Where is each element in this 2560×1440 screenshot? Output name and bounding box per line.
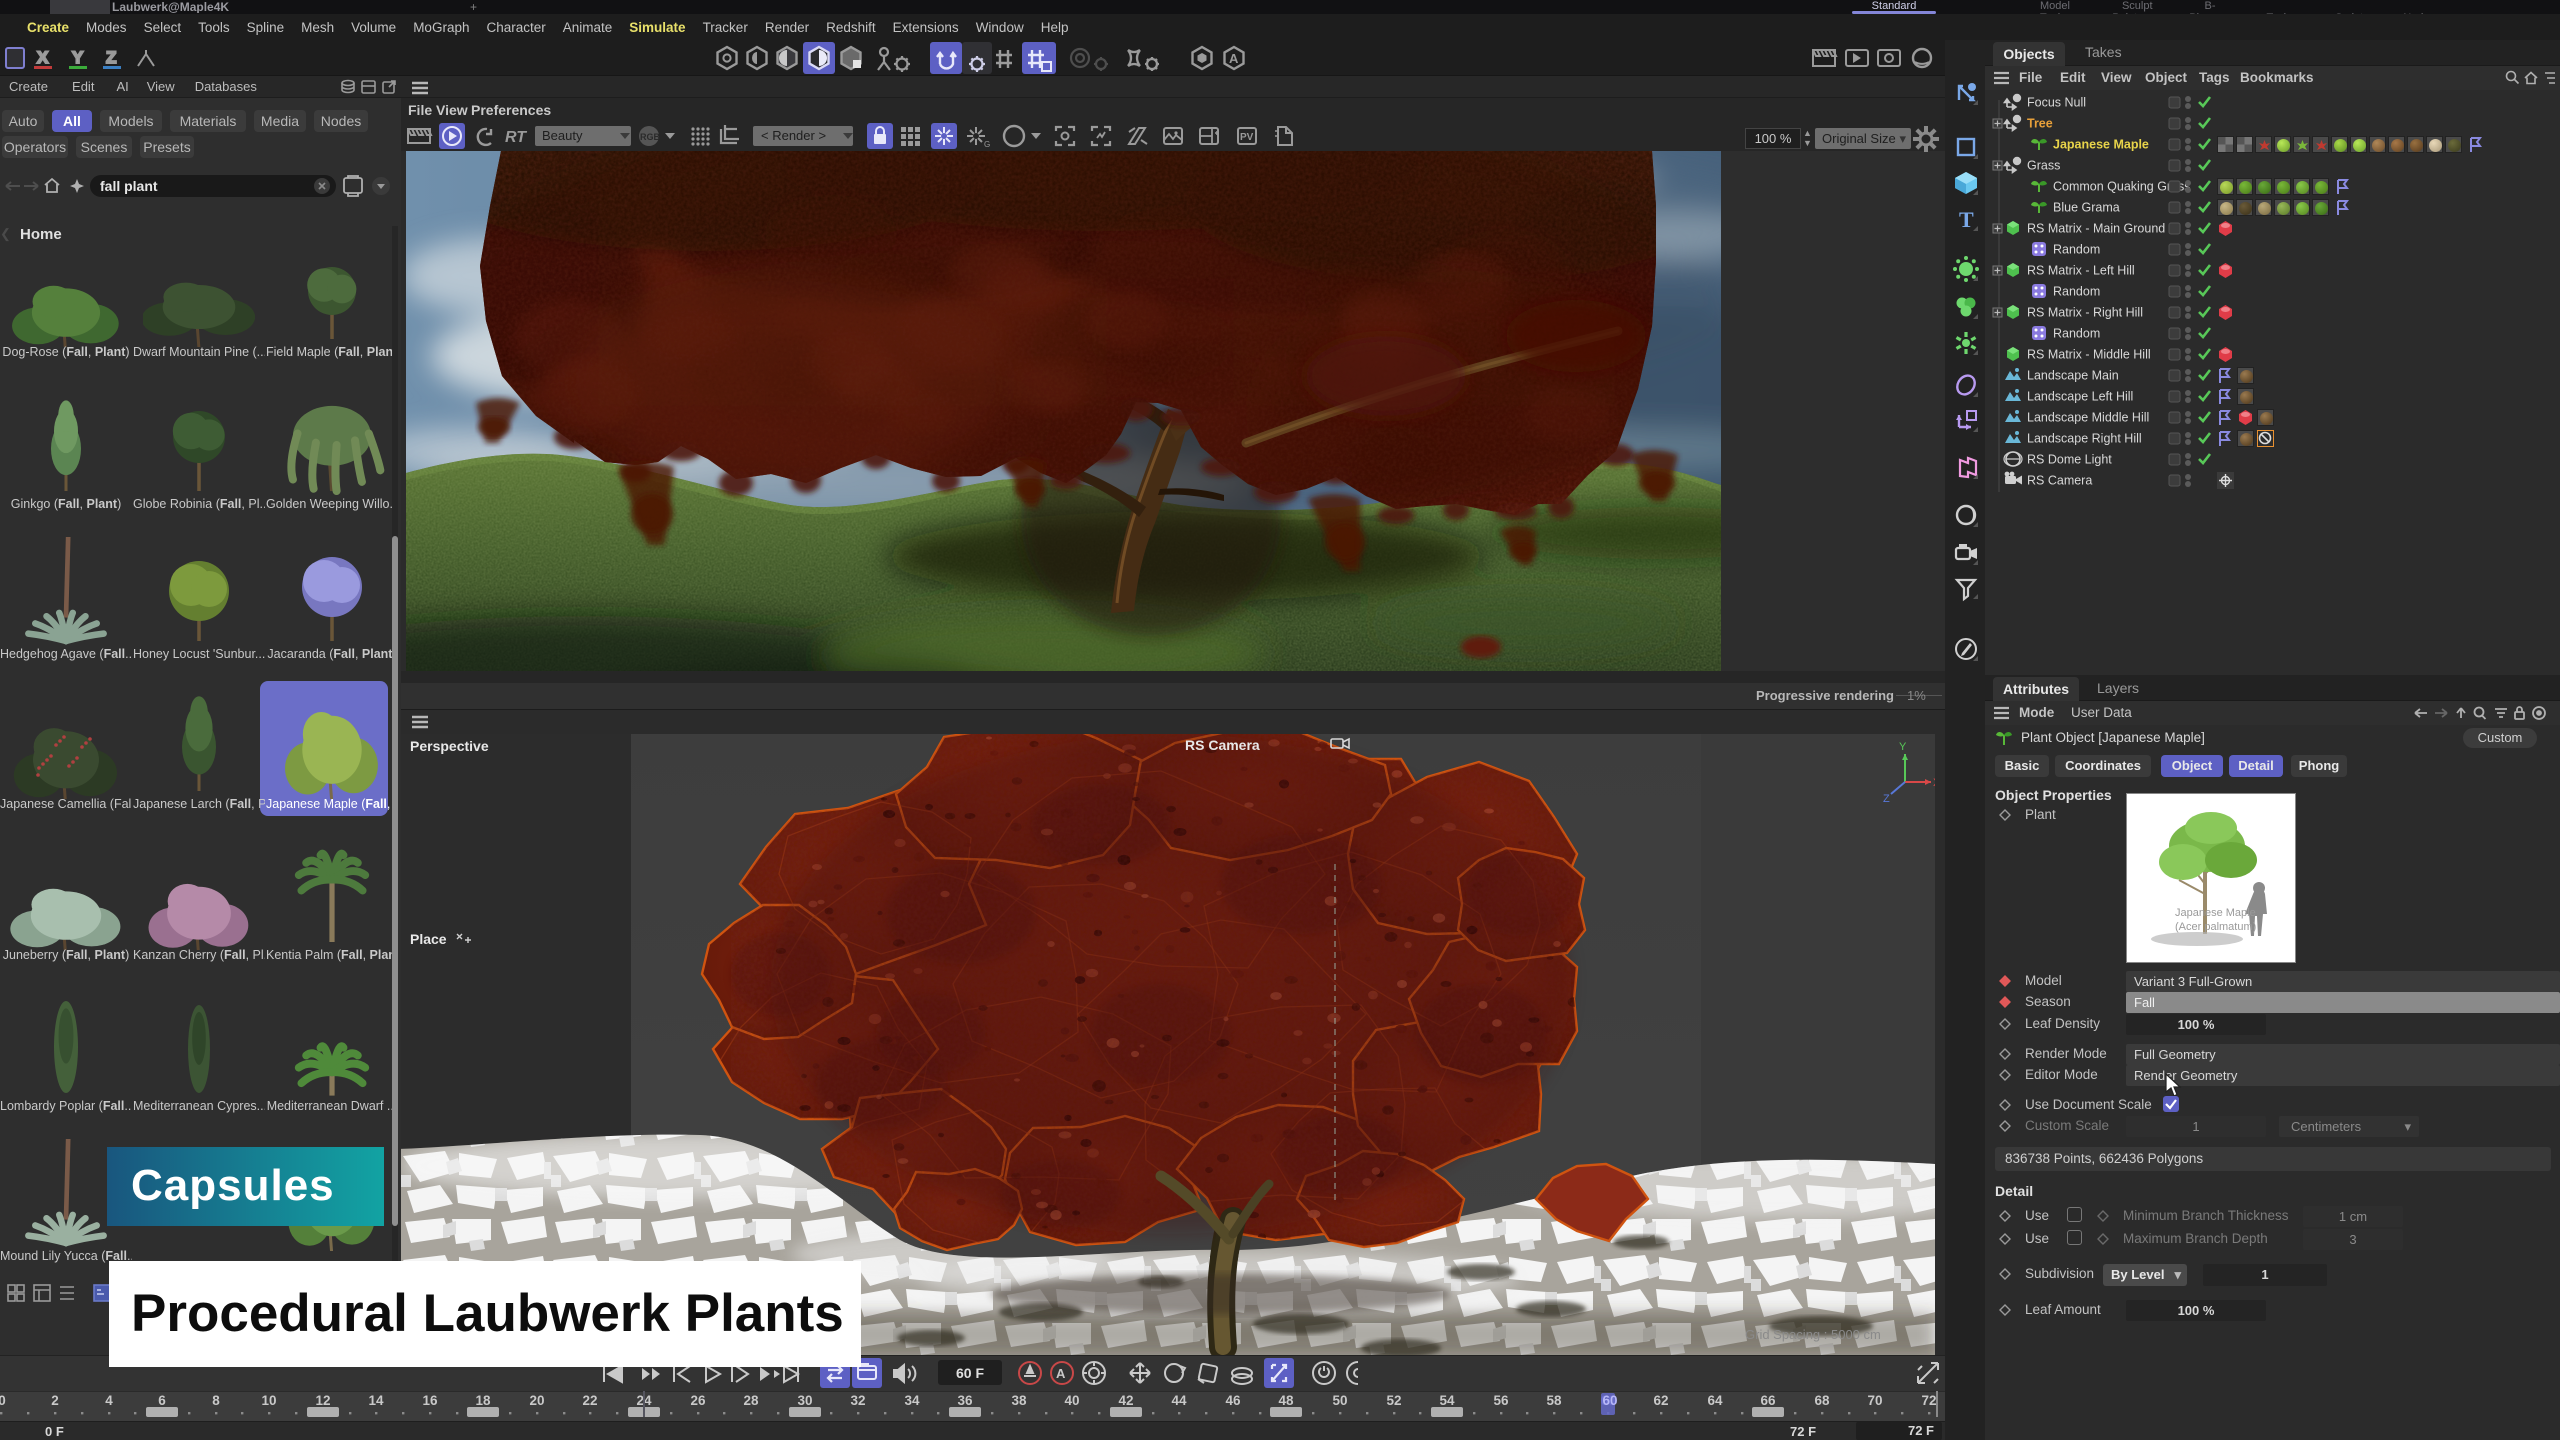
svg-text:4: 4 xyxy=(105,1393,113,1408)
svg-text:Grass: Grass xyxy=(2027,159,2060,173)
svg-text:30: 30 xyxy=(797,1393,812,1408)
svg-text:50: 50 xyxy=(1332,1393,1347,1408)
svg-text:58: 58 xyxy=(1546,1393,1562,1408)
svg-text:A: A xyxy=(1229,51,1239,66)
svg-text:28: 28 xyxy=(743,1393,759,1408)
svg-text:8: 8 xyxy=(212,1393,220,1408)
svg-text:Random: Random xyxy=(2053,327,2100,341)
svg-text:X: X xyxy=(1933,777,1935,789)
svg-text:Place: Place xyxy=(410,931,447,947)
svg-text:RS Matrix - Middle Hill: RS Matrix - Middle Hill xyxy=(2027,348,2151,362)
svg-text:52: 52 xyxy=(1386,1393,1401,1408)
svg-text:Beauty: Beauty xyxy=(542,128,583,143)
svg-text:Landscape Left Hill: Landscape Left Hill xyxy=(2027,390,2133,404)
svg-text:34: 34 xyxy=(904,1393,920,1408)
svg-text:Japanese Maple: Japanese Maple xyxy=(2053,138,2149,152)
svg-text:22: 22 xyxy=(582,1393,597,1408)
svg-text:RS Dome Light: RS Dome Light xyxy=(2027,453,2112,467)
svg-text:< Render >: < Render > xyxy=(761,128,826,143)
svg-text:Z: Z xyxy=(106,48,116,67)
svg-text:26: 26 xyxy=(690,1393,706,1408)
svg-text:56: 56 xyxy=(1493,1393,1509,1408)
svg-text:6: 6 xyxy=(158,1393,166,1408)
svg-text:A: A xyxy=(1056,1366,1066,1381)
svg-text:60: 60 xyxy=(1602,1393,1617,1408)
svg-text:14: 14 xyxy=(368,1393,384,1408)
svg-text:Random: Random xyxy=(2053,285,2100,299)
svg-text:12: 12 xyxy=(315,1393,330,1408)
svg-text:PV: PV xyxy=(1240,132,1254,143)
svg-text:18: 18 xyxy=(475,1393,491,1408)
svg-text:Landscape Main: Landscape Main xyxy=(2027,369,2119,383)
svg-text:64: 64 xyxy=(1707,1393,1723,1408)
svg-text:RS Matrix - Right Hill: RS Matrix - Right Hill xyxy=(2027,306,2143,320)
svg-text:Blue Grama: Blue Grama xyxy=(2053,201,2120,215)
svg-text:Landscape Right Hill: Landscape Right Hill xyxy=(2027,432,2142,446)
svg-text:X: X xyxy=(37,48,49,67)
svg-text:68: 68 xyxy=(1814,1393,1830,1408)
svg-text:(Acer palmatum): (Acer palmatum) xyxy=(2175,921,2256,933)
svg-text:72: 72 xyxy=(1921,1393,1936,1408)
svg-text:42: 42 xyxy=(1118,1393,1133,1408)
svg-text:70: 70 xyxy=(1867,1393,1882,1408)
svg-text:RT: RT xyxy=(505,129,527,146)
svg-text:16: 16 xyxy=(422,1393,438,1408)
svg-text:RS Matrix - Left Hill: RS Matrix - Left Hill xyxy=(2027,264,2135,278)
svg-text:10: 10 xyxy=(261,1393,276,1408)
svg-text:32: 32 xyxy=(850,1393,865,1408)
svg-text:36: 36 xyxy=(957,1393,973,1408)
svg-text:Y: Y xyxy=(72,48,84,67)
svg-text:fall plant: fall plant xyxy=(100,178,158,194)
svg-text:62: 62 xyxy=(1653,1393,1668,1408)
svg-text:Grid Spacing : 5000 cm: Grid Spacing : 5000 cm xyxy=(1745,1327,1881,1342)
svg-text:40: 40 xyxy=(1064,1393,1079,1408)
svg-text:Landscape Middle Hill: Landscape Middle Hill xyxy=(2027,411,2149,425)
svg-text:RS Matrix - Main Ground: RS Matrix - Main Ground xyxy=(2027,222,2165,236)
svg-text:RS Camera: RS Camera xyxy=(1185,737,1260,753)
svg-text:38: 38 xyxy=(1011,1393,1027,1408)
svg-text:46: 46 xyxy=(1225,1393,1241,1408)
svg-text:T: T xyxy=(1959,207,1974,232)
svg-text:20: 20 xyxy=(529,1393,544,1408)
svg-text:66: 66 xyxy=(1760,1393,1776,1408)
svg-text:Random: Random xyxy=(2053,243,2100,257)
svg-text:48: 48 xyxy=(1278,1393,1294,1408)
svg-text:Z: Z xyxy=(1883,793,1890,805)
svg-text:Focus Null: Focus Null xyxy=(2027,96,2086,110)
svg-text:Tree: Tree xyxy=(2027,117,2053,131)
svg-text:Perspective: Perspective xyxy=(410,738,489,754)
svg-text:G: G xyxy=(984,140,990,149)
svg-text:44: 44 xyxy=(1171,1393,1187,1408)
svg-text:60 F: 60 F xyxy=(956,1365,984,1381)
svg-text:54: 54 xyxy=(1439,1393,1455,1408)
svg-text:2: 2 xyxy=(51,1393,59,1408)
svg-text:Y: Y xyxy=(1899,741,1907,753)
svg-text:Japanese Maple: Japanese Maple xyxy=(2175,907,2256,919)
svg-text:RS Camera: RS Camera xyxy=(2027,474,2092,488)
svg-text:0: 0 xyxy=(0,1393,6,1408)
svg-text:RGB: RGB xyxy=(640,132,661,142)
